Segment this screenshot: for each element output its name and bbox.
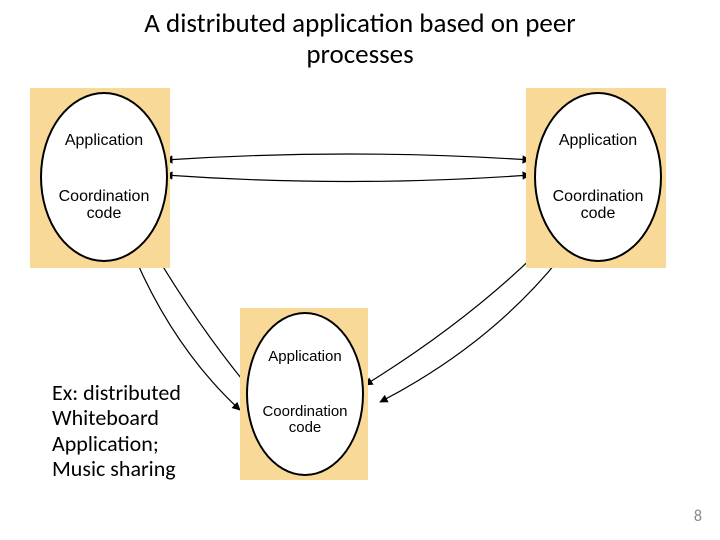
peer-app-label: Application	[248, 348, 362, 365]
peer-coord-label: Coordination code	[248, 404, 362, 436]
peer-coord-label: Coordination code	[536, 189, 660, 223]
example-text: Ex: distributed Whiteboard Application; …	[52, 380, 181, 481]
peer-node: Application Coordination code	[246, 312, 364, 476]
peer-app-label: Application	[42, 132, 166, 150]
peer-app-label: Application	[536, 132, 660, 150]
example-line: Whiteboard	[52, 404, 159, 431]
peer-node: Application Coordination code	[534, 92, 662, 262]
title-line1: A distributed application based on peer	[144, 7, 575, 40]
peer-coord-label: Coordination code	[42, 189, 166, 223]
example-line: Ex: distributed	[52, 379, 181, 406]
title-line2: processes	[306, 38, 413, 71]
example-line: Music sharing	[52, 455, 176, 482]
slide-title: A distributed application based on peer …	[0, 8, 720, 70]
page-number: 8	[694, 507, 702, 526]
example-line: Application;	[52, 430, 159, 457]
peer-node: Application Coordination code	[40, 92, 168, 262]
